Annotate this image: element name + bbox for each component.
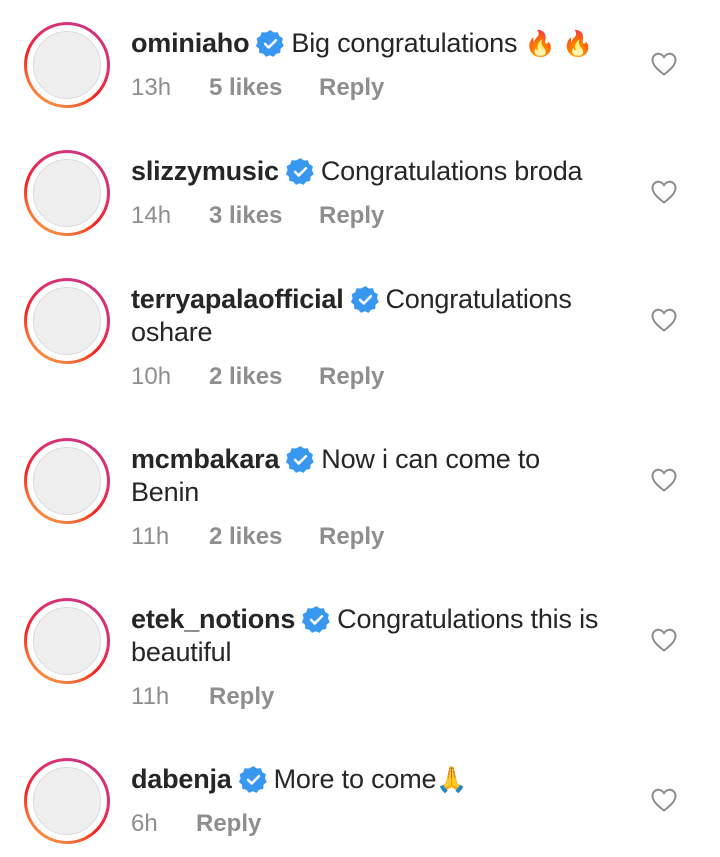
timestamp: 13h <box>131 74 172 101</box>
verified-badge-icon <box>350 286 379 313</box>
reply-button[interactable]: Reply <box>319 363 384 391</box>
likes-count-link[interactable]: 5 likes <box>209 74 319 102</box>
reply-button[interactable]: Reply <box>319 202 384 230</box>
username-link[interactable]: dabenja <box>131 764 232 794</box>
timestamp: 10h <box>131 363 172 390</box>
reply-button[interactable]: Reply <box>319 74 384 102</box>
reply-button[interactable]: Reply <box>319 523 384 551</box>
avatar <box>33 31 101 99</box>
comment-content: slizzymusic Congratulations broda <box>131 155 631 188</box>
timestamp: 11h <box>131 523 170 550</box>
story-avatar[interactable] <box>24 758 110 844</box>
timestamp: 14h <box>131 202 172 229</box>
username-link[interactable]: mcmbakara <box>131 444 279 474</box>
username-link[interactable]: terryapalaofficial <box>131 284 344 314</box>
story-avatar[interactable] <box>24 438 110 524</box>
comment-meta: 13h 5 likes Reply <box>131 74 384 102</box>
comment-text: Congratulations broda <box>320 156 583 186</box>
heart-outline-icon[interactable] <box>651 468 677 492</box>
verified-badge-icon <box>256 30 285 57</box>
heart-outline-icon[interactable] <box>651 52 677 76</box>
comment-meta: 10h 2 likes Reply <box>131 363 384 391</box>
comment-text: More to come <box>273 764 437 794</box>
verified-badge-icon <box>302 606 330 633</box>
timestamp: 11h <box>131 683 170 710</box>
timestamp: 6h <box>131 810 158 837</box>
comment-meta: 11h 2 likes Reply <box>131 523 384 551</box>
praying-hands-emoji: 🙏 <box>436 766 468 794</box>
heart-outline-icon[interactable] <box>651 308 677 332</box>
heart-outline-icon[interactable] <box>651 628 677 652</box>
comment-meta: 11h Reply <box>131 683 274 711</box>
comment-content: terryapalaofficial Congratulations oshare <box>131 283 601 349</box>
fire-emoji: 🔥 🔥 <box>524 30 594 58</box>
comment-content: mcmbakara Now i can come to Benin <box>131 443 581 509</box>
story-avatar[interactable] <box>24 22 110 108</box>
heart-outline-icon[interactable] <box>651 180 677 204</box>
heart-outline-icon[interactable] <box>651 788 677 812</box>
comment-content: ominiaho Big congratulations 🔥 🔥 <box>131 27 631 61</box>
avatar <box>33 767 101 835</box>
avatar <box>33 159 101 227</box>
reply-button[interactable]: Reply <box>196 810 261 838</box>
verified-badge-icon <box>285 158 314 185</box>
likes-count-link[interactable]: 2 likes <box>209 523 319 551</box>
story-avatar[interactable] <box>24 598 110 684</box>
comment-meta: 6h Reply <box>131 810 261 838</box>
likes-count-link[interactable]: 3 likes <box>209 202 319 230</box>
comment-content: dabenja More to come🙏 <box>131 763 631 797</box>
username-link[interactable]: etek_notions <box>131 604 295 634</box>
comment-meta: 14h 3 likes Reply <box>131 202 384 230</box>
avatar <box>33 447 101 515</box>
reply-button[interactable]: Reply <box>209 683 274 711</box>
avatar <box>33 287 101 355</box>
likes-count-link[interactable]: 2 likes <box>209 363 319 391</box>
story-avatar[interactable] <box>24 150 110 236</box>
comment-text: Big congratulations <box>291 28 518 58</box>
verified-badge-icon <box>286 446 314 473</box>
verified-badge-icon <box>238 766 267 793</box>
comment-content: etek_notions Congratulations this is beau… <box>131 603 621 669</box>
username-link[interactable]: ominiaho <box>131 28 250 58</box>
username-link[interactable]: slizzymusic <box>131 156 279 186</box>
story-avatar[interactable] <box>24 278 110 364</box>
avatar <box>33 607 101 675</box>
